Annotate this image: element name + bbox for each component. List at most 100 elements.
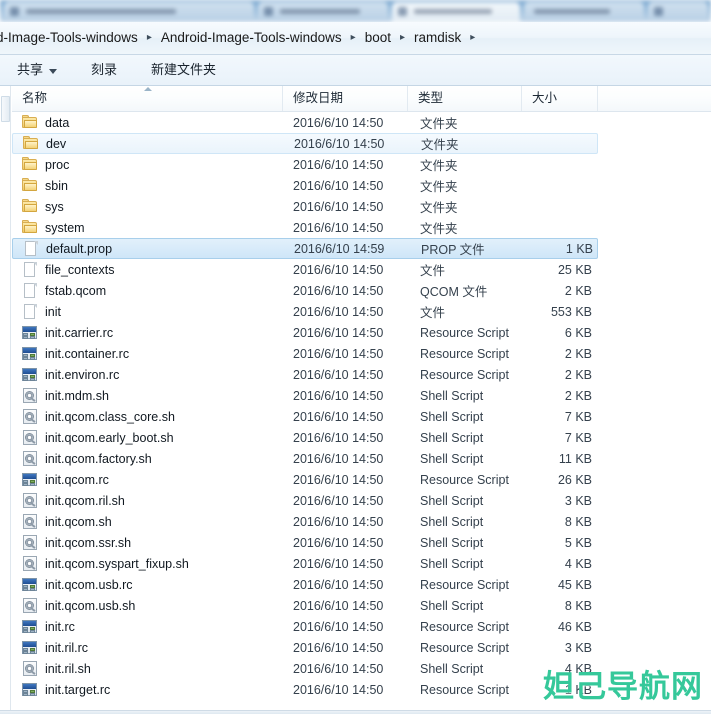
file-name-cell[interactable]: proc bbox=[12, 157, 283, 172]
table-row[interactable]: init.rc 2016/6/10 14:50 Resource Script 46 … bbox=[12, 616, 598, 637]
column-header-type[interactable]: 类型 bbox=[408, 86, 522, 111]
table-row[interactable]: system 2016/6/10 14:50 文件夹 bbox=[12, 217, 598, 238]
column-header-date-modified[interactable]: 修改日期 bbox=[283, 86, 408, 111]
file-name-label: init bbox=[45, 304, 61, 319]
file-name-cell[interactable]: init.ril.rc bbox=[12, 640, 283, 655]
table-row[interactable]: init.container.rc 2016/6/10 14:50 Resource… bbox=[12, 343, 598, 364]
address-bar[interactable]: d-Image-Tools-windows ▸ Android-Image-To… bbox=[0, 22, 711, 55]
breadcrumb-separator-icon[interactable]: ▸ bbox=[344, 29, 363, 47]
file-name-cell[interactable]: init.qcom.ssr.sh bbox=[12, 535, 283, 550]
table-row[interactable]: init.target.rc 2016/6/10 14:50 Resource Sc… bbox=[12, 679, 598, 700]
file-name-cell[interactable]: init.environ.rc bbox=[12, 367, 283, 382]
tab-title-ghost bbox=[534, 9, 610, 14]
table-row[interactable]: init.environ.rc 2016/6/10 14:50 Resource S… bbox=[12, 364, 598, 385]
breadcrumb-item-1[interactable]: Android-Image-Tools-windows bbox=[159, 28, 344, 48]
table-row[interactable]: init.qcom.usb.sh 2016/6/10 14:50 Shell Scr… bbox=[12, 595, 598, 616]
navigation-pane-scrollbar-thumb[interactable] bbox=[1, 96, 10, 122]
table-row[interactable]: data 2016/6/10 14:50 文件夹 bbox=[12, 112, 598, 133]
file-name-label: init.qcom.ril.sh bbox=[45, 493, 125, 508]
file-name-cell[interactable]: fstab.qcom bbox=[12, 283, 283, 298]
status-bar-edge bbox=[0, 710, 711, 714]
file-name-cell[interactable]: init.carrier.rc bbox=[12, 325, 283, 340]
shell-script-icon bbox=[22, 409, 38, 424]
table-row[interactable]: init.qcom.sh 2016/6/10 14:50 Shell Script 8… bbox=[12, 511, 598, 532]
table-row[interactable]: init.qcom.ril.sh 2016/6/10 14:50 Shell Scr… bbox=[12, 490, 598, 511]
table-row[interactable]: dev 2016/6/10 14:50 文件夹 bbox=[12, 133, 598, 154]
file-name-cell[interactable]: init.qcom.usb.rc bbox=[12, 577, 283, 592]
navigation-pane[interactable] bbox=[0, 86, 11, 714]
new-folder-button[interactable]: 新建文件夹 bbox=[142, 58, 225, 82]
table-row[interactable]: sbin 2016/6/10 14:50 文件夹 bbox=[12, 175, 598, 196]
burn-button[interactable]: 刻录 bbox=[82, 58, 126, 82]
file-name-cell[interactable]: system bbox=[12, 220, 283, 235]
file-name-cell[interactable]: init.target.rc bbox=[12, 682, 283, 697]
table-row[interactable]: fstab.qcom 2016/6/10 14:50 QCOM 文件 2 KB bbox=[12, 280, 598, 301]
file-list-view[interactable]: 名称 修改日期 类型 大小 data 2016/6/10 14:50 文件夹 dev 2… bbox=[12, 86, 711, 714]
breadcrumb-separator-icon[interactable]: ▸ bbox=[393, 29, 412, 47]
file-name-cell[interactable]: init.qcom.factory.sh bbox=[12, 451, 283, 466]
table-row[interactable]: init.qcom.usb.rc 2016/6/10 14:50 Resource … bbox=[12, 574, 598, 595]
file-type: Shell Script bbox=[420, 388, 484, 403]
breadcrumb-item-0[interactable]: d-Image-Tools-windows bbox=[0, 28, 140, 48]
file-name-cell[interactable]: default.prop bbox=[13, 241, 284, 256]
tab-favicon-icon bbox=[10, 7, 19, 16]
file-name-cell[interactable]: file_contexts bbox=[12, 262, 283, 277]
file-name-cell[interactable]: init bbox=[12, 304, 283, 319]
table-row[interactable]: init 2016/6/10 14:50 文件 553 KB bbox=[12, 301, 598, 322]
file-type: Resource Script bbox=[420, 367, 509, 382]
file-date-modified: 2016/6/10 14:50 bbox=[293, 346, 384, 361]
file-size: 2 KB bbox=[564, 367, 592, 382]
file-type: Resource Script bbox=[420, 577, 509, 592]
folder-icon bbox=[23, 136, 39, 151]
share-button[interactable]: 共享 bbox=[8, 58, 66, 82]
file-rows-container: data 2016/6/10 14:50 文件夹 dev 2016/6/10 14:50… bbox=[12, 112, 711, 700]
file-size: 4 KB bbox=[564, 661, 592, 676]
table-row[interactable]: init.carrier.rc 2016/6/10 14:50 Resource S… bbox=[12, 322, 598, 343]
file-type: Shell Script bbox=[420, 598, 484, 613]
table-row[interactable]: init.ril.rc 2016/6/10 14:50 Resource Scrip… bbox=[12, 637, 598, 658]
sort-indicator-icon bbox=[143, 87, 152, 91]
breadcrumb-item-3[interactable]: ramdisk bbox=[412, 28, 463, 48]
table-row[interactable]: init.qcom.early_boot.sh 2016/6/10 14:50 Sh… bbox=[12, 427, 598, 448]
table-row[interactable]: sys 2016/6/10 14:50 文件夹 bbox=[12, 196, 598, 217]
column-header-size[interactable]: 大小 bbox=[522, 86, 598, 111]
file-name-cell[interactable]: init.container.rc bbox=[12, 346, 283, 361]
file-name-cell[interactable]: init.mdm.sh bbox=[12, 388, 283, 403]
file-name-cell[interactable]: init.qcom.class_core.sh bbox=[12, 409, 283, 424]
table-row[interactable]: init.qcom.factory.sh 2016/6/10 14:50 Shell… bbox=[12, 448, 598, 469]
file-name-cell[interactable]: init.qcom.syspart_fixup.sh bbox=[12, 556, 283, 571]
file-type: Shell Script bbox=[420, 409, 484, 424]
file-date-modified: 2016/6/10 14:50 bbox=[293, 619, 384, 634]
table-row[interactable]: default.prop 2016/6/10 14:59 PROP 文件 1 KB bbox=[12, 238, 598, 259]
file-name-cell[interactable]: dev bbox=[13, 136, 284, 151]
file-date-modified: 2016/6/10 14:50 bbox=[293, 367, 384, 382]
file-name-cell[interactable]: data bbox=[12, 115, 283, 130]
resource-script-icon bbox=[22, 619, 38, 634]
file-type: Shell Script bbox=[420, 493, 484, 508]
column-header-date-label: 修改日期 bbox=[293, 91, 344, 105]
table-row[interactable]: init.qcom.rc 2016/6/10 14:50 Resource Scri… bbox=[12, 469, 598, 490]
breadcrumb-separator-icon[interactable]: ▸ bbox=[463, 29, 482, 47]
table-row[interactable]: init.qcom.ssr.sh 2016/6/10 14:50 Shell Scr… bbox=[12, 532, 598, 553]
file-name-cell[interactable]: init.qcom.ril.sh bbox=[12, 493, 283, 508]
file-name-cell[interactable]: init.qcom.early_boot.sh bbox=[12, 430, 283, 445]
file-name-cell[interactable]: sbin bbox=[12, 178, 283, 193]
table-row[interactable]: init.qcom.class_core.sh 2016/6/10 14:50 Sh… bbox=[12, 406, 598, 427]
table-row[interactable]: proc 2016/6/10 14:50 文件夹 bbox=[12, 154, 598, 175]
table-row[interactable]: init.mdm.sh 2016/6/10 14:50 Shell Script 2 … bbox=[12, 385, 598, 406]
table-row[interactable]: init.ril.sh 2016/6/10 14:50 Shell Script 4 … bbox=[12, 658, 598, 679]
breadcrumb-item-2[interactable]: boot bbox=[363, 28, 393, 48]
file-name-cell[interactable]: sys bbox=[12, 199, 283, 214]
file-name-cell[interactable]: init.qcom.sh bbox=[12, 514, 283, 529]
table-row[interactable]: file_contexts 2016/6/10 14:50 文件 25 KB bbox=[12, 259, 598, 280]
file-name-label: init.container.rc bbox=[45, 346, 130, 361]
file-name-cell[interactable]: init.qcom.rc bbox=[12, 472, 283, 487]
table-row[interactable]: init.qcom.syspart_fixup.sh 2016/6/10 14:5… bbox=[12, 553, 598, 574]
file-date-modified: 2016/6/10 14:50 bbox=[293, 682, 384, 697]
file-name-cell[interactable]: init.rc bbox=[12, 619, 283, 634]
file-size: 3 KB bbox=[564, 640, 592, 655]
file-name-cell[interactable]: init.ril.sh bbox=[12, 661, 283, 676]
breadcrumb-separator-icon[interactable]: ▸ bbox=[140, 29, 159, 47]
file-name-cell[interactable]: init.qcom.usb.sh bbox=[12, 598, 283, 613]
chevron-down-icon[interactable] bbox=[49, 68, 58, 74]
